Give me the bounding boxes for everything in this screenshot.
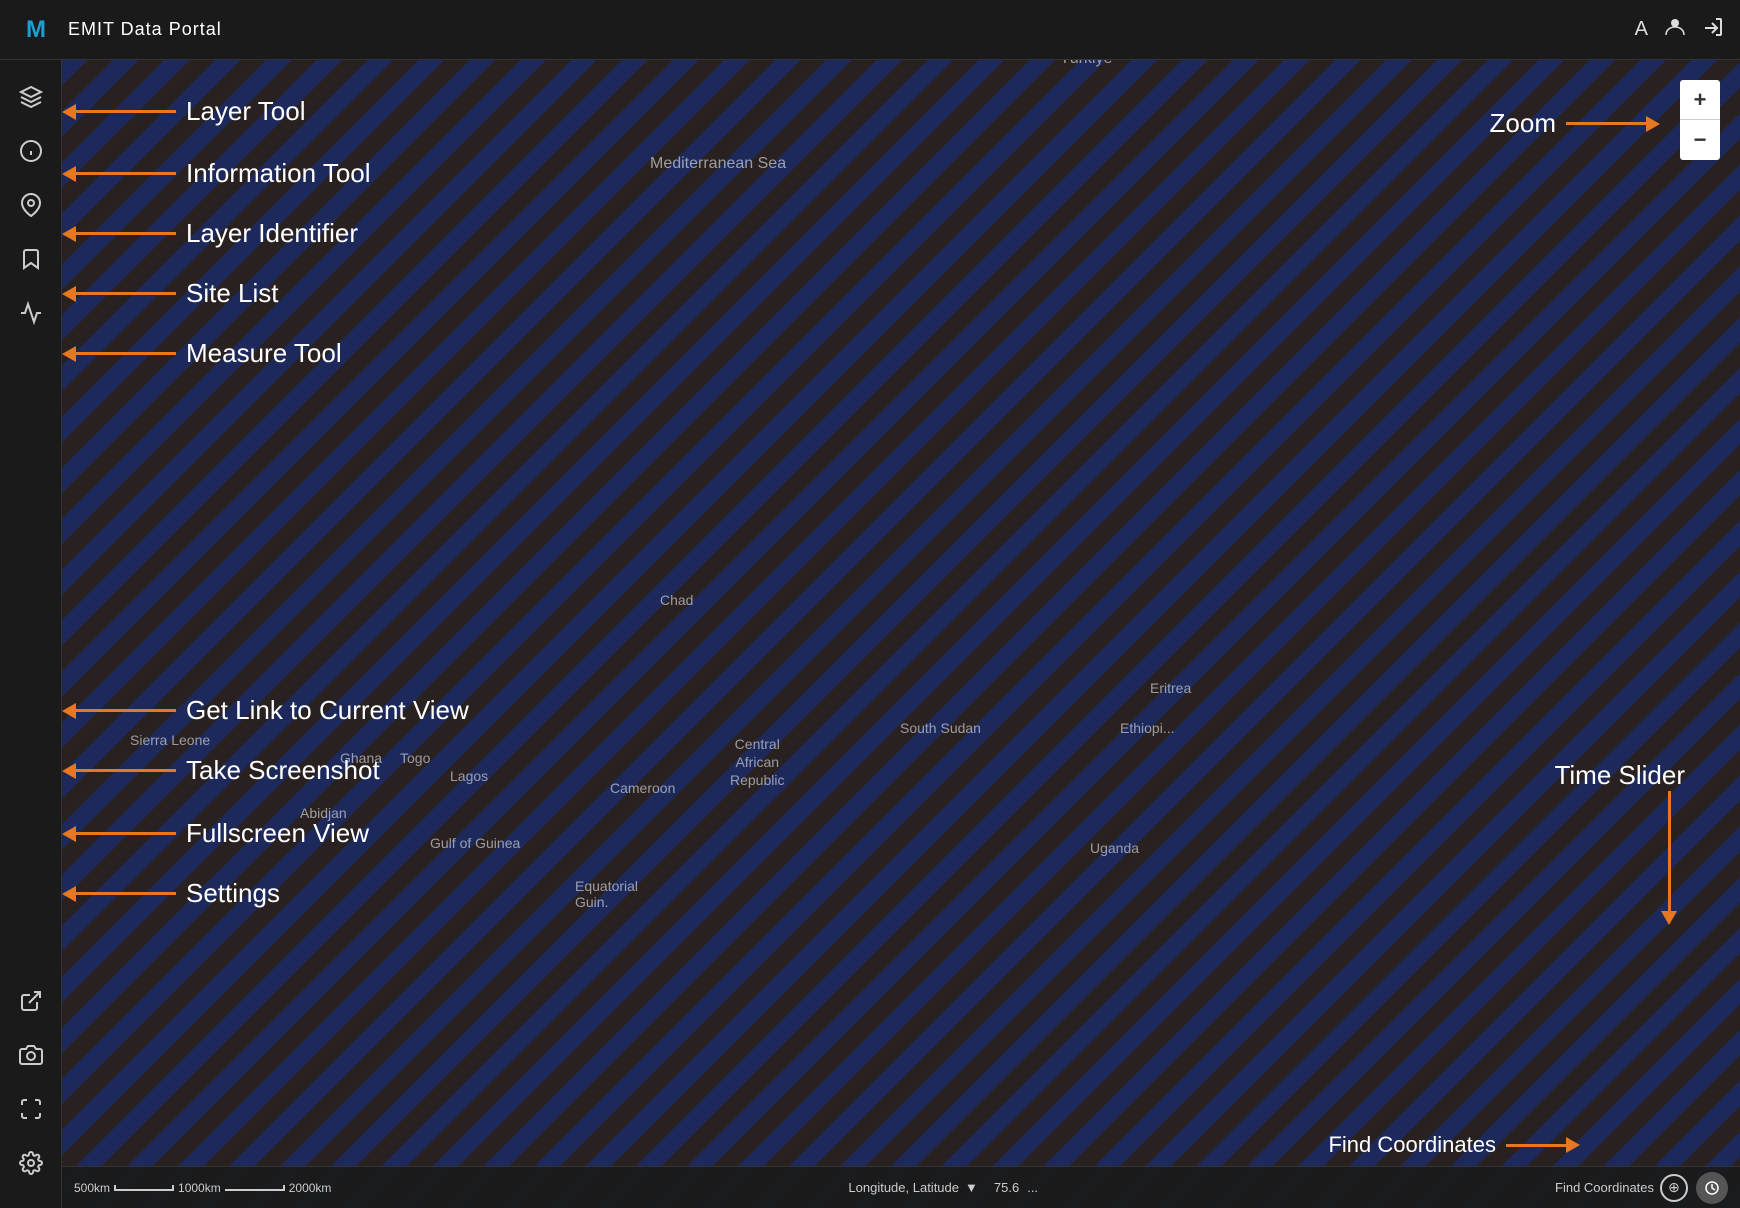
app-title: EMIT Data Portal — [68, 19, 1635, 40]
header-font-icon[interactable]: A — [1635, 18, 1648, 41]
header: M EMIT Data Portal A — [0, 0, 1740, 60]
sidebar-item-screenshot[interactable] — [6, 1030, 56, 1080]
sidebar-item-layer-tool[interactable] — [6, 72, 56, 122]
scale-segment-2 — [225, 1185, 285, 1191]
find-coords-button[interactable]: Find Coordinates ⊕ — [1555, 1174, 1688, 1202]
sidebar-item-settings[interactable] — [6, 1138, 56, 1188]
sidebar-item-information-tool[interactable] — [6, 126, 56, 176]
zoom-in-button[interactable]: + — [1680, 80, 1720, 120]
scale-label-2000: 2000km — [289, 1181, 332, 1195]
header-icons: A — [1635, 16, 1724, 44]
bottom-bar: 500km 1000km 2000km Longitude, Latitude … — [62, 1166, 1740, 1208]
coords-value: 75.6 — [994, 1180, 1019, 1195]
sidebar-item-site-list[interactable] — [6, 234, 56, 284]
sidebar-bottom-group — [6, 976, 56, 1188]
sidebar-item-measure-tool[interactable] — [6, 288, 56, 338]
map-overlay — [0, 0, 1740, 1208]
find-coords-icon: ⊕ — [1660, 1174, 1688, 1202]
sidebar-item-get-link[interactable] — [6, 976, 56, 1026]
scale-segment — [114, 1185, 174, 1191]
time-slider-button[interactable] — [1696, 1172, 1728, 1204]
coords-label: Longitude, Latitude — [848, 1180, 959, 1195]
app-logo: M — [16, 10, 56, 50]
coords-dropdown-arrow[interactable]: ▼ — [965, 1180, 978, 1195]
sidebar — [0, 60, 62, 1208]
zoom-controls: + − — [1680, 80, 1720, 160]
map-background — [0, 0, 1740, 1208]
scale-label-1000: 1000km — [178, 1181, 221, 1195]
header-user-icon[interactable] — [1664, 16, 1686, 44]
coords-separator: ... — [1027, 1180, 1038, 1195]
scale-label-500: 500km — [74, 1181, 110, 1195]
zoom-out-button[interactable]: − — [1680, 120, 1720, 160]
header-logout-icon[interactable] — [1702, 16, 1724, 44]
scale-bar: 500km 1000km 2000km — [74, 1181, 331, 1195]
coords-display: Longitude, Latitude ▼ — [848, 1180, 977, 1195]
sidebar-top-group — [6, 72, 56, 976]
sidebar-item-layer-identifier[interactable] — [6, 180, 56, 230]
sidebar-item-fullscreen[interactable] — [6, 1084, 56, 1134]
find-coords-label: Find Coordinates — [1555, 1180, 1654, 1195]
